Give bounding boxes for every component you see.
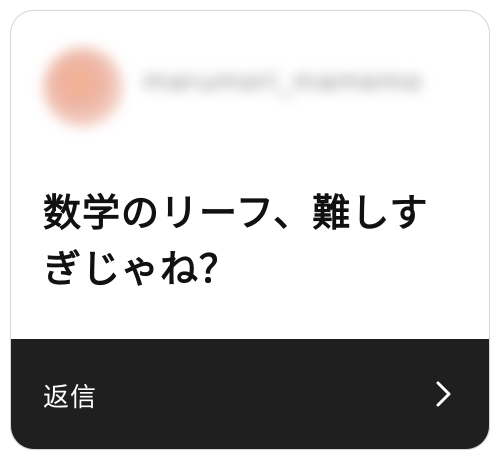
reply-label: 返信	[43, 383, 98, 413]
card-header: marumori_mamemo	[11, 11, 489, 151]
chevron-right-icon	[436, 381, 451, 407]
message-card: marumori_mamemo 数学のリーフ、難しすぎじゃね？ 返信	[10, 10, 490, 450]
username: marumori_mamemo	[143, 67, 423, 97]
reply-button[interactable]: 返信	[11, 339, 489, 449]
avatar	[43, 47, 123, 127]
message-text: 数学のリーフ、難しすぎじゃね？	[43, 191, 429, 291]
